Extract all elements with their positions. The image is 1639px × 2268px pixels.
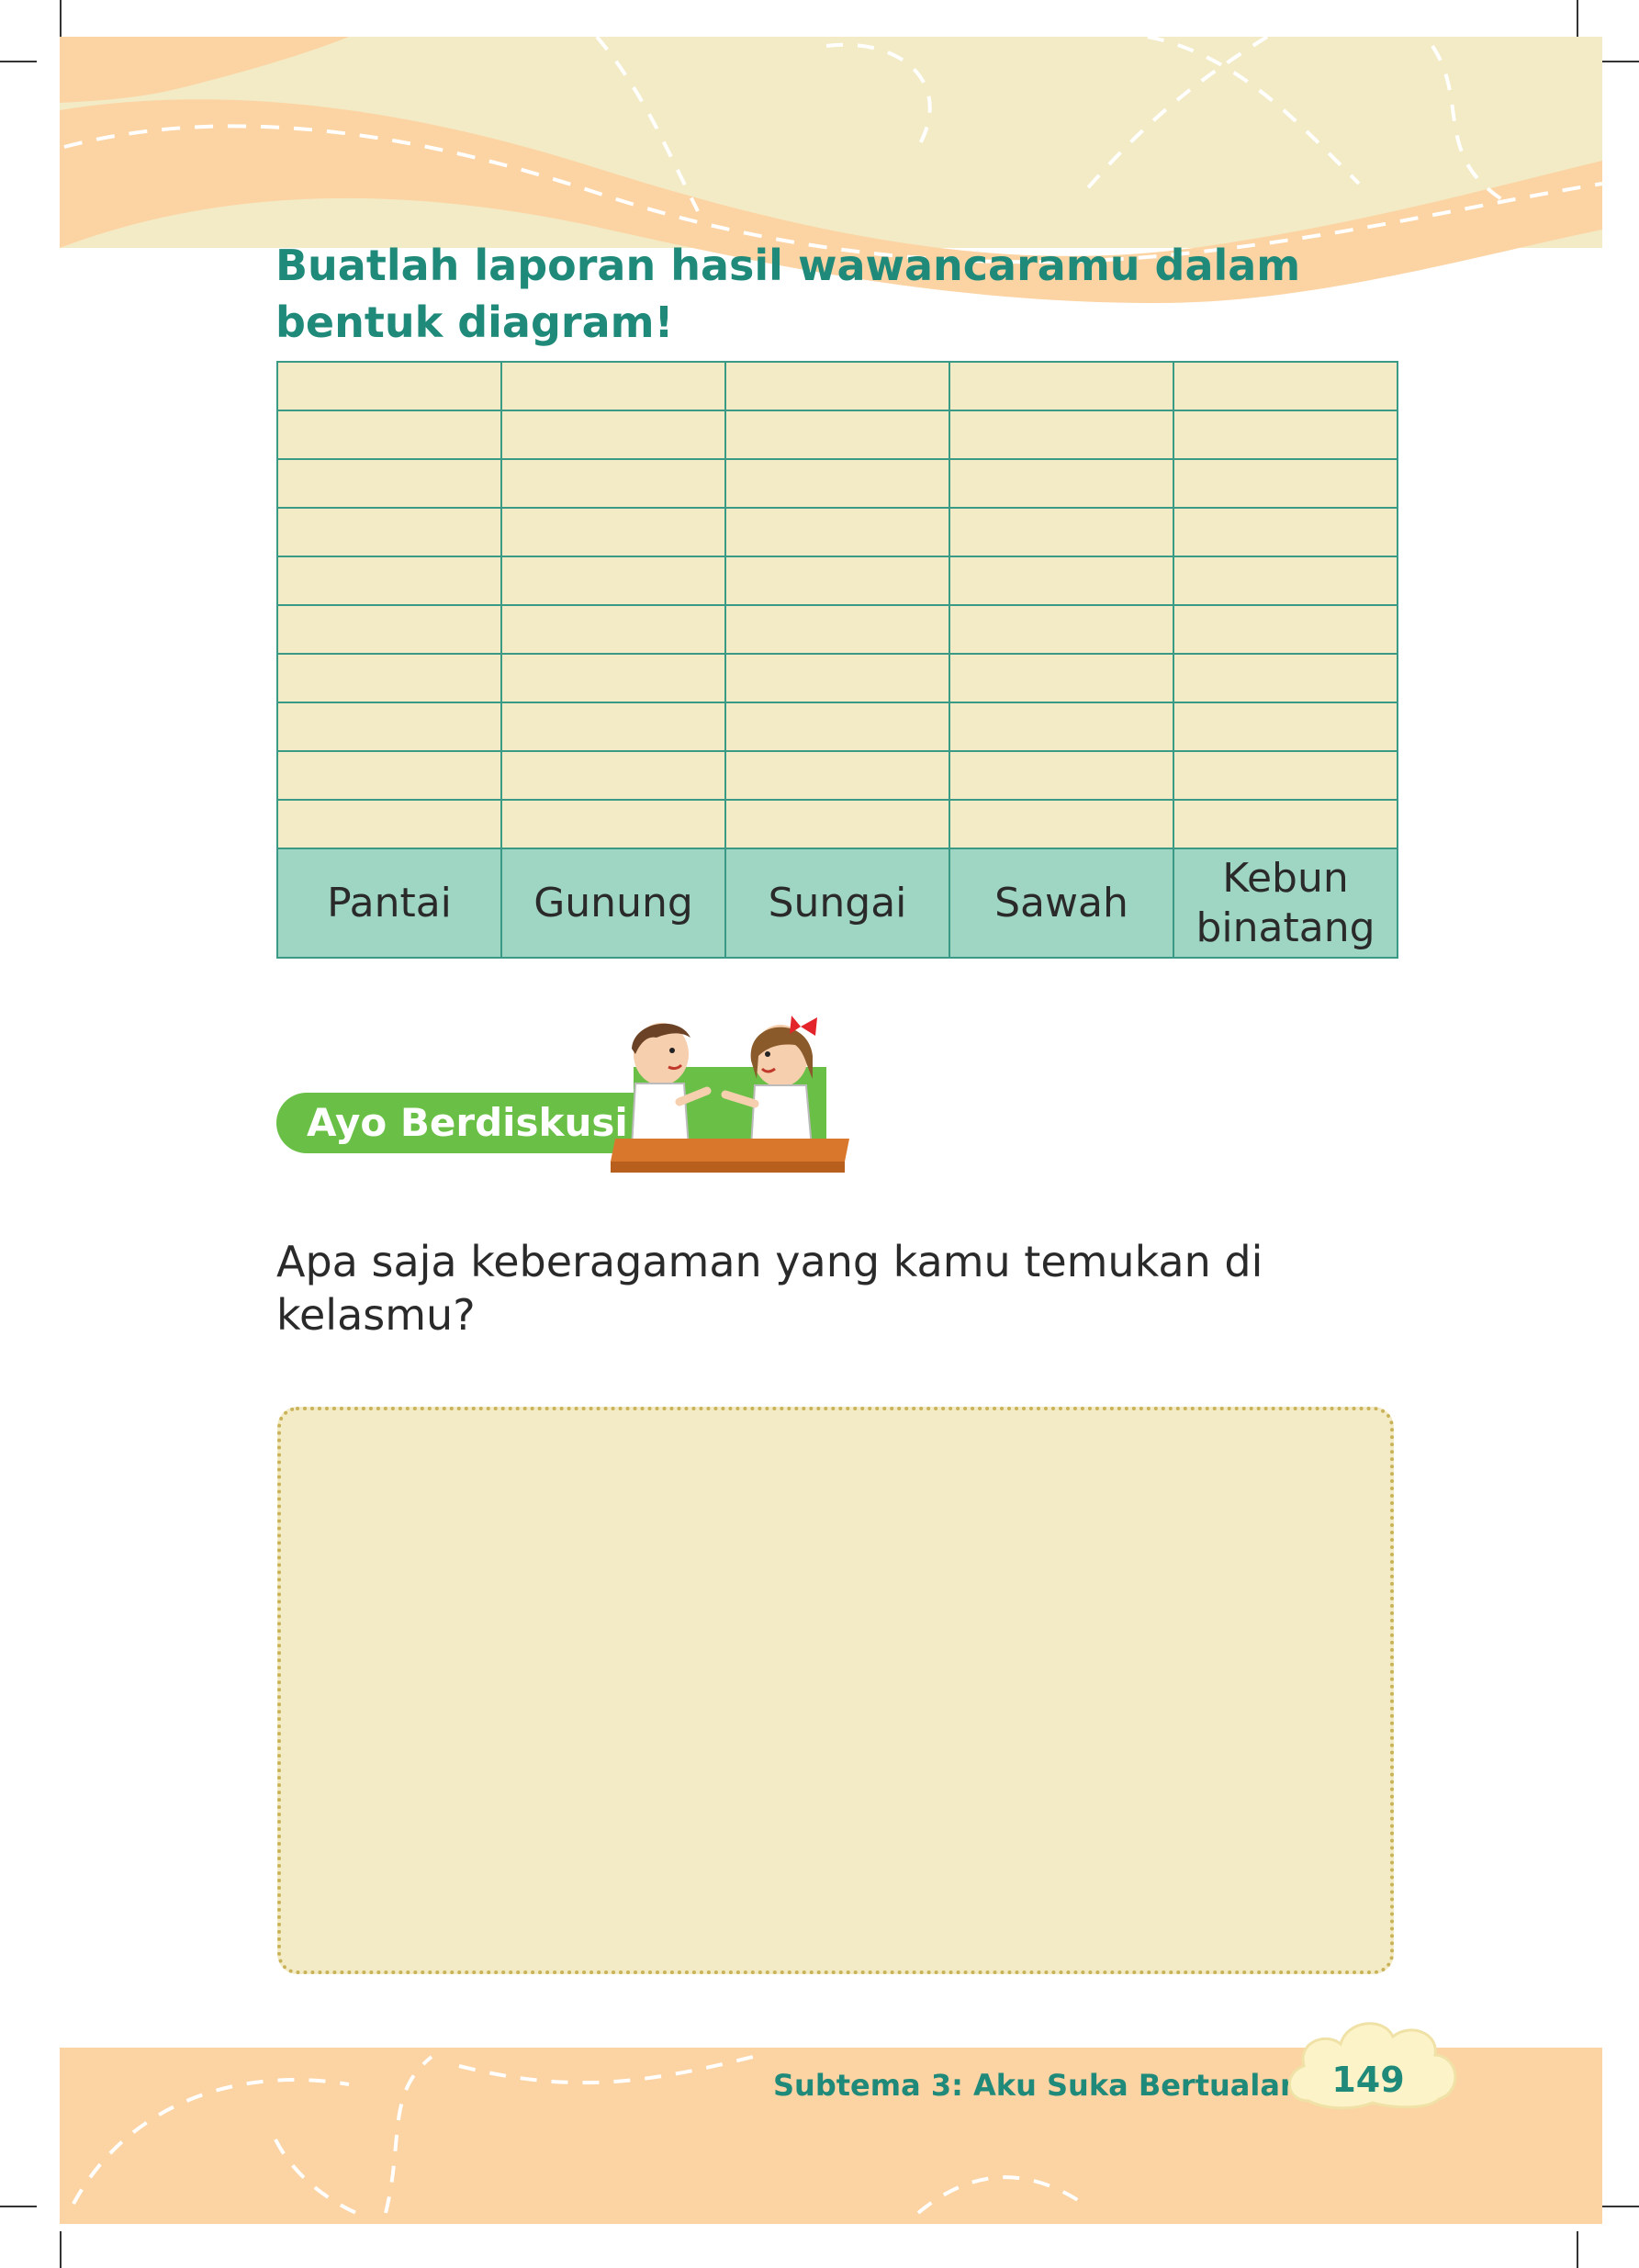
- diagram-grid-cell[interactable]: [500, 458, 726, 509]
- category-cell: Kebun binatang: [1173, 848, 1398, 959]
- diagram-grid-cell[interactable]: [949, 604, 1174, 655]
- diagram-grid-cell[interactable]: [1173, 702, 1398, 752]
- diagram-grid-cell[interactable]: [500, 556, 726, 606]
- diagram-grid-cell[interactable]: [276, 361, 502, 411]
- diagram-grid-cell[interactable]: [949, 410, 1174, 460]
- diagram-grid-cell[interactable]: [949, 750, 1174, 801]
- diagram-grid-cell[interactable]: [724, 410, 950, 460]
- diagram-grid-cell[interactable]: [724, 702, 950, 752]
- diagram-grid-cell[interactable]: [276, 604, 502, 655]
- footer-subtheme: Subtema 3: Aku Suka Bertualang: [773, 2068, 1322, 2103]
- category-cell: Pantai: [276, 848, 502, 959]
- question-line-1: Apa saja keberagaman yang kamu temukan d…: [276, 1237, 1263, 1286]
- diagram-grid-cell[interactable]: [500, 604, 726, 655]
- diagram-grid: Pantai Gunung Sungai Sawah Kebun binatan…: [276, 361, 1398, 959]
- diagram-grid-cell[interactable]: [724, 799, 950, 849]
- diagram-grid-cell[interactable]: [276, 410, 502, 460]
- category-label-row: Pantai Gunung Sungai Sawah Kebun binatan…: [276, 848, 1398, 959]
- diagram-grid-cell[interactable]: [500, 410, 726, 460]
- diagram-grid-cell[interactable]: [1173, 361, 1398, 411]
- diagram-grid-cell[interactable]: [949, 653, 1174, 703]
- diagram-grid-cell[interactable]: [276, 653, 502, 703]
- diagram-grid-cell[interactable]: [724, 750, 950, 801]
- diagram-grid-cell[interactable]: [1173, 458, 1398, 509]
- diagram-grid-cell[interactable]: [276, 507, 502, 557]
- diagram-grid-cell[interactable]: [949, 799, 1174, 849]
- diagram-grid-cell[interactable]: [276, 799, 502, 849]
- children-discussion-illustration: [611, 1016, 849, 1173]
- diagram-grid-row: [276, 556, 1398, 606]
- diagram-grid-cell[interactable]: [500, 653, 726, 703]
- diagram-grid-cell[interactable]: [276, 750, 502, 801]
- diagram-grid-cell[interactable]: [1173, 653, 1398, 703]
- diagram-grid-row: [276, 799, 1398, 849]
- diagram-grid-row: [276, 361, 1398, 411]
- diagram-grid-cell[interactable]: [724, 556, 950, 606]
- diagram-grid-cell[interactable]: [724, 361, 950, 411]
- diagram-grid-row: [276, 750, 1398, 801]
- diagram-grid-cell[interactable]: [276, 556, 502, 606]
- diagram-grid-cell[interactable]: [949, 507, 1174, 557]
- diagram-grid-row: [276, 653, 1398, 703]
- answer-box[interactable]: [277, 1407, 1394, 1974]
- instruction-line-1: Buatlah laporan hasil wawancaramu dalam: [275, 241, 1301, 290]
- diagram-grid-cell[interactable]: [949, 702, 1174, 752]
- category-cell: Sungai: [724, 848, 950, 959]
- diagram-grid-row: [276, 410, 1398, 460]
- diagram-grid-cell[interactable]: [1173, 750, 1398, 801]
- diagram-grid-cell[interactable]: [724, 507, 950, 557]
- instruction-heading: Buatlah laporan hasil wawancaramu dalam …: [275, 237, 1331, 351]
- diagram-grid-row: [276, 507, 1398, 557]
- diagram-grid-cell[interactable]: [276, 458, 502, 509]
- diagram-grid-cell[interactable]: [724, 604, 950, 655]
- crop-mark: [0, 61, 37, 62]
- diagram-grid-cell[interactable]: [500, 507, 726, 557]
- discussion-question: Apa saja keberagaman yang kamu temukan d…: [276, 1235, 1378, 1342]
- instruction-line-2: bentuk diagram!: [275, 298, 674, 347]
- diagram-grid-cell[interactable]: [724, 653, 950, 703]
- diagram-grid-row: [276, 702, 1398, 752]
- activity-badge-label: Ayo Berdiskusi: [307, 1100, 628, 1145]
- diagram-grid-cell[interactable]: [1173, 604, 1398, 655]
- diagram-grid-cell[interactable]: [949, 458, 1174, 509]
- diagram-grid-cell[interactable]: [1173, 556, 1398, 606]
- crop-mark: [1602, 61, 1639, 62]
- diagram-grid-cell[interactable]: [500, 361, 726, 411]
- diagram-grid-cell[interactable]: [276, 702, 502, 752]
- diagram-grid-cell[interactable]: [949, 556, 1174, 606]
- diagram-grid-row: [276, 604, 1398, 655]
- diagram-grid-row: [276, 458, 1398, 509]
- category-cell: Sawah: [949, 848, 1174, 959]
- diagram-grid-cell[interactable]: [1173, 507, 1398, 557]
- diagram-grid-cell[interactable]: [1173, 410, 1398, 460]
- question-line-2: kelasmu?: [276, 1290, 476, 1340]
- crop-mark: [1577, 0, 1578, 37]
- diagram-grid-cell[interactable]: [724, 458, 950, 509]
- crop-mark: [60, 0, 62, 37]
- diagram-grid-cell[interactable]: [949, 361, 1174, 411]
- category-cell: Gunung: [500, 848, 726, 959]
- diagram-grid-cell[interactable]: [1173, 799, 1398, 849]
- diagram-grid-cell[interactable]: [500, 799, 726, 849]
- diagram-grid-cell[interactable]: [500, 702, 726, 752]
- page-number: 149: [1331, 2060, 1405, 2100]
- diagram-grid-cell[interactable]: [500, 750, 726, 801]
